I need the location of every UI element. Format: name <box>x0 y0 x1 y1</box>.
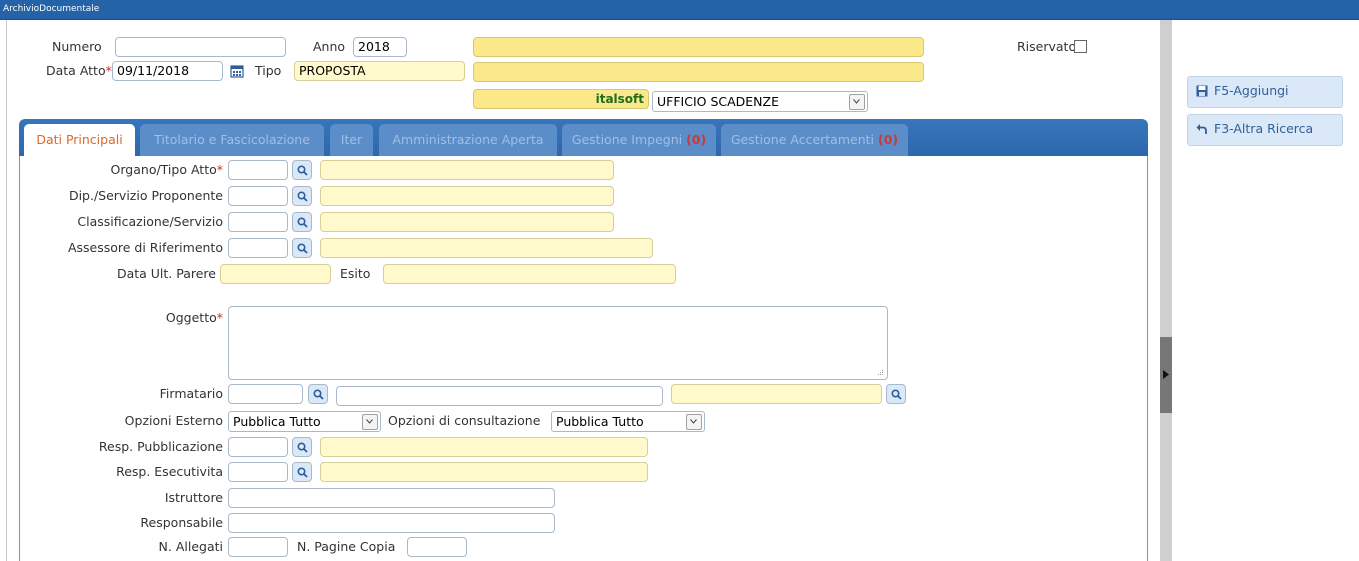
opzioni-consultazione-value: Pubblica Tutto <box>556 414 644 429</box>
anno-input[interactable]: 2018 <box>353 37 407 57</box>
resp-esecutivita-label: Resp. Esecutivita <box>116 464 223 479</box>
splitter-handle[interactable] <box>1160 337 1172 413</box>
opzioni-esterno-label: Opzioni Esterno <box>124 413 223 428</box>
assessore-label: Assessore di Riferimento <box>67 240 223 255</box>
numero-input[interactable] <box>115 37 286 57</box>
dip-label: Dip./Servizio Proponente <box>68 188 223 203</box>
tab-gestione-accertamenti[interactable]: Gestione Accertamenti (0) <box>721 124 908 156</box>
firmatario-label: Firmatario <box>159 386 223 401</box>
istruttore-label: Istruttore <box>164 490 223 505</box>
tipo-input[interactable]: PROPOSTA <box>294 61 465 81</box>
search-icon[interactable] <box>292 462 312 482</box>
calendar-icon[interactable] <box>230 64 244 78</box>
assessore-code-input[interactable] <box>228 238 288 258</box>
opzioni-consultazione-select[interactable]: Pubblica Tutto <box>551 411 705 432</box>
data-parere-label: Data Ult. Parere <box>116 266 216 281</box>
ente-field: italsoft <box>473 89 649 109</box>
firmatario-description-field <box>671 384 882 404</box>
tab-iter[interactable]: Iter <box>330 124 373 156</box>
resp-esecutivita-code-input[interactable] <box>228 462 288 482</box>
chevron-down-icon <box>362 414 378 430</box>
organo-label: Organo/Tipo Atto* <box>110 162 223 177</box>
resp-pubblicazione-label: Resp. Pubblicazione <box>98 439 223 454</box>
search-icon[interactable] <box>292 212 312 232</box>
organo-description-field <box>320 160 614 180</box>
tab-gestione-impegni[interactable]: Gestione Impegni (0) <box>562 124 716 156</box>
tab-dati-principali[interactable]: Dati Principali <box>24 124 135 156</box>
allegati-label: N. Allegati <box>158 539 223 554</box>
opzioni-consultazione-label: Opzioni di consultazione <box>388 413 541 428</box>
dip-description-field <box>320 186 614 206</box>
opzioni-esterno-select[interactable]: Pubblica Tutto <box>228 411 381 432</box>
aggiungi-button[interactable]: F5-Aggiungi <box>1187 76 1343 108</box>
data-parere-input[interactable] <box>220 264 331 284</box>
ufficio-select[interactable]: UFFICIO SCADENZE <box>652 91 868 112</box>
anno-label: Anno <box>313 39 346 54</box>
classificazione-label: Classificazione/Servizio <box>77 214 223 229</box>
esito-label: Esito <box>340 266 371 281</box>
responsabile-input[interactable] <box>228 513 555 533</box>
search-icon[interactable] <box>292 238 312 258</box>
resp-pubblicazione-code-input[interactable] <box>228 437 288 457</box>
allegati-input[interactable] <box>228 537 288 557</box>
esito-input[interactable] <box>383 264 676 284</box>
data-atto-label: Data Atto* <box>46 63 112 78</box>
tipo-label: Tipo <box>255 63 282 78</box>
tab-amministrazione-aperta[interactable]: Amministrazione Aperta <box>379 124 557 156</box>
assessore-description-field <box>320 238 653 258</box>
collapse-arrow-icon <box>1163 370 1169 379</box>
resp-esecutivita-description-field <box>320 462 648 482</box>
responsabile-label: Responsabile <box>140 515 223 530</box>
pagine-copia-input[interactable] <box>407 537 467 557</box>
resize-grip-icon[interactable] <box>877 369 884 376</box>
search-icon[interactable] <box>292 437 312 457</box>
classificazione-description-field <box>320 212 614 232</box>
data-atto-input[interactable]: 09/11/2018 <box>112 61 223 81</box>
panel-splitter[interactable] <box>1160 20 1172 561</box>
search-icon[interactable] <box>308 384 328 404</box>
header-description-field-1 <box>473 37 924 57</box>
classificazione-code-input[interactable] <box>228 212 288 232</box>
search-icon[interactable] <box>886 384 906 404</box>
tab-titolario[interactable]: Titolario e Fascicolazione <box>140 124 324 156</box>
numero-label: Numero <box>52 39 102 54</box>
riservato-label: Riservato <box>1017 39 1077 54</box>
left-border <box>6 20 7 561</box>
firmatario-code-input[interactable] <box>228 384 303 404</box>
window-title: ArchivioDocumentale <box>3 4 100 14</box>
organo-code-input[interactable] <box>228 160 288 180</box>
window-title-bar: ArchivioDocumentale <box>0 0 1359 20</box>
chevron-down-icon <box>849 94 865 110</box>
riservato-checkbox[interactable] <box>1074 40 1087 53</box>
search-icon[interactable] <box>292 186 312 206</box>
istruttore-input[interactable] <box>228 488 555 508</box>
back-arrow-icon <box>1196 124 1207 134</box>
firmatario-name-input[interactable] <box>336 386 663 406</box>
pagine-copia-label: N. Pagine Copia <box>297 539 396 554</box>
oggetto-textarea[interactable] <box>228 306 888 380</box>
opzioni-esterno-value: Pubblica Tutto <box>233 414 321 429</box>
chevron-down-icon <box>686 414 702 430</box>
ufficio-select-value: UFFICIO SCADENZE <box>657 94 779 109</box>
search-icon[interactable] <box>292 160 312 180</box>
altra-ricerca-button[interactable]: F3-Altra Ricerca <box>1187 114 1343 146</box>
header-description-field-2 <box>473 62 924 82</box>
resp-pubblicazione-description-field <box>320 437 648 457</box>
oggetto-label: Oggetto* <box>165 310 223 325</box>
save-icon <box>1196 85 1208 97</box>
dip-code-input[interactable] <box>228 186 288 206</box>
